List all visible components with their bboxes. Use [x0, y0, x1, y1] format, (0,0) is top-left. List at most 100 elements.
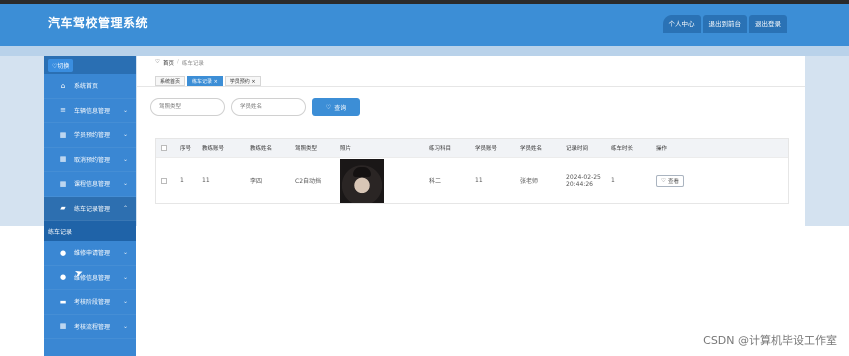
heart-icon: ♡	[325, 103, 332, 111]
data-table: 序号 教练账号 教练姓名 驾照类型 照片 练习科目 学员账号 学员姓名 记录时间…	[155, 138, 789, 204]
sidebar-item-label: 学员预约管理	[74, 132, 111, 140]
sidebar-item-label: 考核流程管理	[74, 323, 111, 331]
col-header: 驾照类型	[295, 146, 318, 152]
app-header: 汽车驾校管理系统 个人中心 退出到前台 退出登录	[0, 4, 849, 46]
view-button-label: 查看	[667, 178, 679, 185]
col-header: 记录时间	[566, 146, 589, 152]
sidebar-item-label: 练车记录管理	[74, 205, 111, 213]
cell-photo	[338, 158, 427, 203]
frontend-button[interactable]: 退出到前台	[702, 15, 747, 33]
license-type-input[interactable]	[150, 98, 225, 116]
sidebar-header: ♡切换	[44, 56, 136, 74]
chevron-down-icon: ⌄	[122, 298, 128, 306]
cell-duration: 1	[611, 177, 615, 184]
student-name-input[interactable]	[231, 98, 306, 116]
bulb-icon: ●	[59, 273, 67, 282]
col-header: 练车时长	[611, 146, 634, 152]
home-icon: ⌂	[60, 81, 66, 90]
tab-student-appointment[interactable]: 学员预约 ×	[224, 76, 261, 86]
col-header: 教练账号	[202, 146, 225, 152]
tab-home[interactable]: 系统首页	[155, 76, 186, 86]
sidebar-item-exam-flow[interactable]: ▦ 考核流程管理 ⌄	[44, 315, 136, 339]
sidebar-subitem-practice-record[interactable]: 练车记录	[44, 221, 136, 241]
chevron-down-icon: ⌄	[122, 155, 128, 163]
sidebar: ♡切换 ⌂ 系统首页 ≡ 车辆信息管理 ⌄ ▦ 学员预约管理 ⌄ ▦ 取消预约管…	[44, 56, 136, 356]
sidebar-item-repair-request[interactable]: ● 维修申请管理 ⌄	[44, 241, 136, 266]
sub-bar	[0, 46, 849, 56]
record-clock: 20:44:26	[566, 180, 593, 188]
row-select-cell	[156, 177, 178, 184]
user-icon: ●	[59, 248, 67, 257]
header-actions: 个人中心 退出到前台 退出登录	[662, 15, 787, 33]
col-header: 学员账号	[475, 146, 498, 152]
table-row: 1 11 李四 C2自动挡 科二 11 张老师 2024-02-25 20:44…	[156, 157, 788, 203]
sidebar-item-label: 维修申请管理	[74, 250, 111, 258]
grid-icon: ▦	[59, 179, 67, 188]
sidebar-item-vehicle[interactable]: ≡ 车辆信息管理 ⌄	[44, 99, 136, 123]
cell-actions: ♡ 查看	[654, 174, 694, 187]
sidebar-item-label: 取消预约管理	[74, 156, 111, 164]
monitor-icon: ▬	[59, 297, 67, 306]
cell-coach-name: 李四	[250, 178, 263, 185]
view-button[interactable]: ♡ 查看	[656, 174, 684, 187]
heart-icon: ♡	[661, 177, 666, 184]
search-button-label: 查询	[334, 104, 347, 112]
sidebar-item-label: 课程信息管理	[74, 181, 111, 189]
select-all-checkbox[interactable]	[161, 145, 167, 151]
tab-bar: 系统首页 练车记录 × 学员预约 ×	[155, 76, 261, 86]
row-checkbox[interactable]	[161, 177, 167, 184]
cell-coach-account: 11	[202, 177, 210, 184]
chevron-down-icon: ⌄	[122, 106, 128, 114]
sidebar-item-home[interactable]: ⌂ 系统首页	[44, 74, 136, 99]
sidebar-item-label: 车辆信息管理	[74, 107, 111, 115]
search-button[interactable]: ♡ 查询	[312, 98, 360, 116]
record-date: 2024-02-25	[566, 173, 601, 181]
sidebar-item-label: 考核阶段管理	[74, 299, 111, 307]
breadcrumb-home[interactable]: 首页	[163, 59, 174, 67]
col-header: 教练姓名	[250, 146, 273, 152]
app-title: 汽车驾校管理系统	[48, 16, 149, 30]
logout-button[interactable]: 退出登录	[749, 15, 787, 33]
student-photo	[340, 158, 384, 203]
cell-license-type: C2自动挡	[295, 178, 322, 185]
col-header: 学员姓名	[520, 146, 543, 152]
chevron-down-icon: ⌄	[122, 322, 128, 330]
breadcrumb-separator: /	[176, 59, 179, 65]
col-header: 练习科目	[429, 146, 452, 152]
sidebar-item-practice[interactable]: ▰ 练车记录管理 ⌃	[44, 196, 136, 221]
heart-icon: ♡	[155, 59, 160, 65]
sidebar-item-repair-info[interactable]: ● 维修信息管理 ⌄	[44, 266, 136, 290]
breadcrumb-current: 练车记录	[181, 61, 204, 67]
col-header: 照片	[340, 146, 352, 152]
chevron-down-icon: ⌄	[122, 273, 128, 281]
cell-student-name: 张老师	[520, 178, 539, 185]
sidebar-item-cancel[interactable]: ▦ 取消预约管理 ⌄	[44, 148, 136, 172]
tab-practice-record[interactable]: 练车记录 ×	[187, 76, 223, 86]
col-header: 序号	[180, 146, 192, 152]
cell-record-time: 2024-02-25 20:44:26	[564, 174, 609, 188]
chevron-down-icon: ⌄	[122, 180, 128, 188]
grid-icon: ▦	[59, 155, 67, 164]
profile-button[interactable]: 个人中心	[662, 15, 701, 33]
select-all-cell	[156, 145, 178, 151]
col-header: 操作	[656, 146, 668, 152]
car-icon: ▰	[60, 204, 66, 213]
chevron-down-icon: ⌄	[122, 249, 128, 257]
chevron-up-icon: ⌃	[122, 204, 128, 212]
watermark: CSDN @计算机毕设工作室	[703, 334, 837, 347]
breadcrumb: ♡ 首页 / 练车记录	[155, 59, 204, 67]
divider	[137, 86, 805, 87]
search-bar: ♡ 查询	[150, 98, 360, 116]
cell-index: 1	[180, 177, 184, 184]
main-content: ♡ 首页 / 练车记录 系统首页 练车记录 × 学员预约 × ♡ 查询 序号 教…	[137, 56, 805, 356]
table-header: 序号 教练账号 教练姓名 驾照类型 照片 练习科目 学员账号 学员姓名 记录时间…	[156, 139, 788, 157]
sidebar-item-label: 系统首页	[74, 83, 99, 91]
sidebar-toggle-button[interactable]: ♡切换	[48, 58, 74, 72]
chevron-down-icon: ⌄	[122, 131, 128, 139]
grid-icon: ▦	[59, 130, 67, 139]
sidebar-item-course[interactable]: ▦ 课程信息管理 ⌄	[44, 172, 136, 197]
grid-icon: ▦	[59, 322, 67, 331]
sidebar-item-exam-stage[interactable]: ▬ 考核阶段管理 ⌄	[44, 290, 136, 315]
sidebar-item-appointment[interactable]: ▦ 学员预约管理 ⌄	[44, 123, 136, 148]
cell-subject: 科二	[429, 178, 442, 185]
